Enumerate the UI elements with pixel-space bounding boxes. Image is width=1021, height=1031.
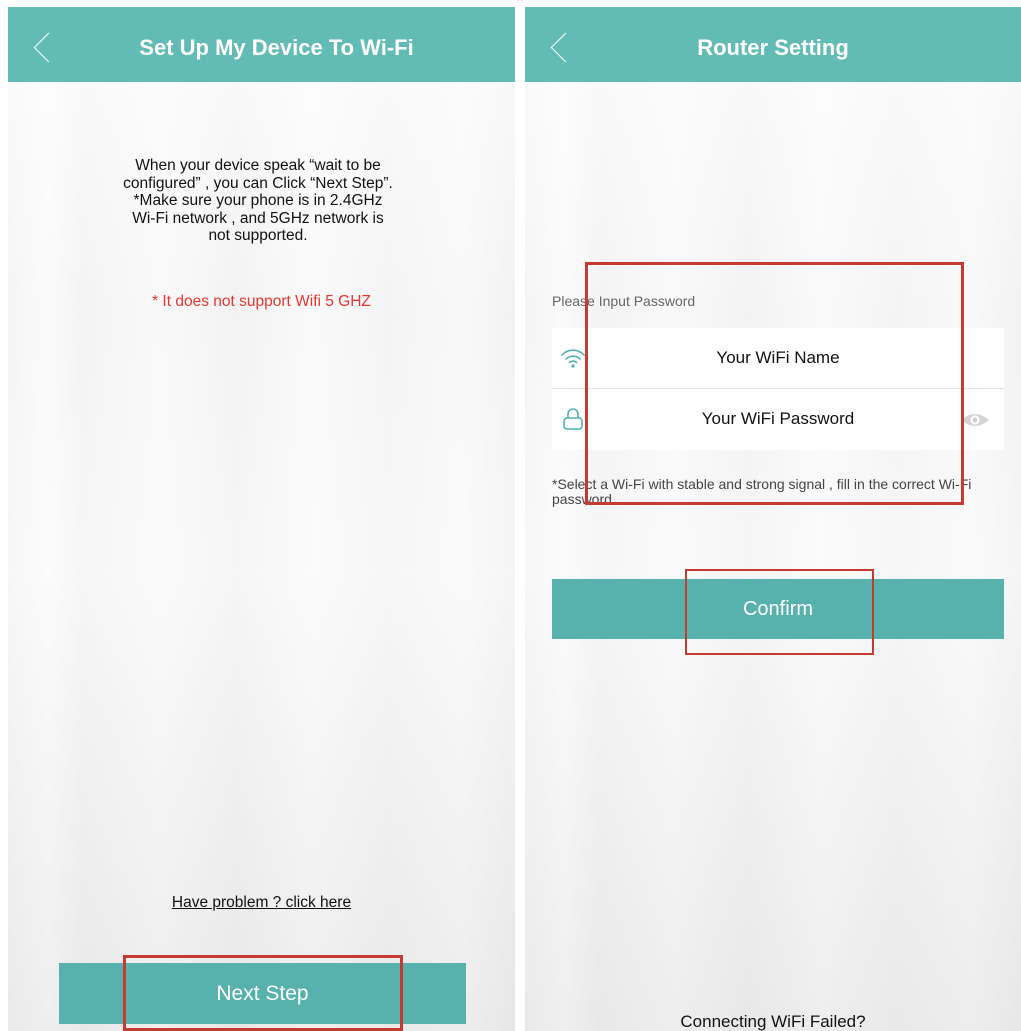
setup-screen: Set Up My Device To Wi-Fi When your devi… — [8, 7, 515, 1031]
router-title: Router Setting — [697, 35, 849, 60]
instruction-line: configured” , you can Click “Next Step”. — [123, 174, 393, 192]
eye-icon[interactable] — [960, 411, 990, 429]
connecting-wifi-failed-link[interactable]: Connecting WiFi Failed? — [525, 1012, 1021, 1031]
confirm-highlight-box — [685, 569, 874, 655]
credentials-highlight-box — [585, 262, 964, 505]
wifi-icon — [560, 346, 586, 370]
setup-instructions: When your device speak “wait to be confi… — [108, 157, 408, 245]
wifi-5ghz-warning: * It does not support Wifi 5 GHZ — [152, 293, 371, 310]
instruction-line: Wi-Fi network , and 5GHz network is — [132, 209, 384, 227]
router-setting-screen: Router Setting Please Input Password You… — [525, 7, 1021, 1031]
setup-title: Set Up My Device To Wi-Fi — [139, 35, 414, 60]
next-step-highlight-box — [123, 955, 403, 1031]
have-problem-link[interactable]: Have problem ? click here — [8, 894, 515, 912]
instruction-line: *Make sure your phone is in 2.4GHz — [133, 192, 383, 209]
router-navbar: Router Setting — [525, 7, 1021, 82]
instruction-line: not supported. — [208, 227, 308, 244]
instruction-line: When your device speak “wait to be — [135, 157, 381, 174]
setup-navbar: Set Up My Device To Wi-Fi — [8, 7, 515, 82]
lock-icon — [560, 407, 586, 431]
